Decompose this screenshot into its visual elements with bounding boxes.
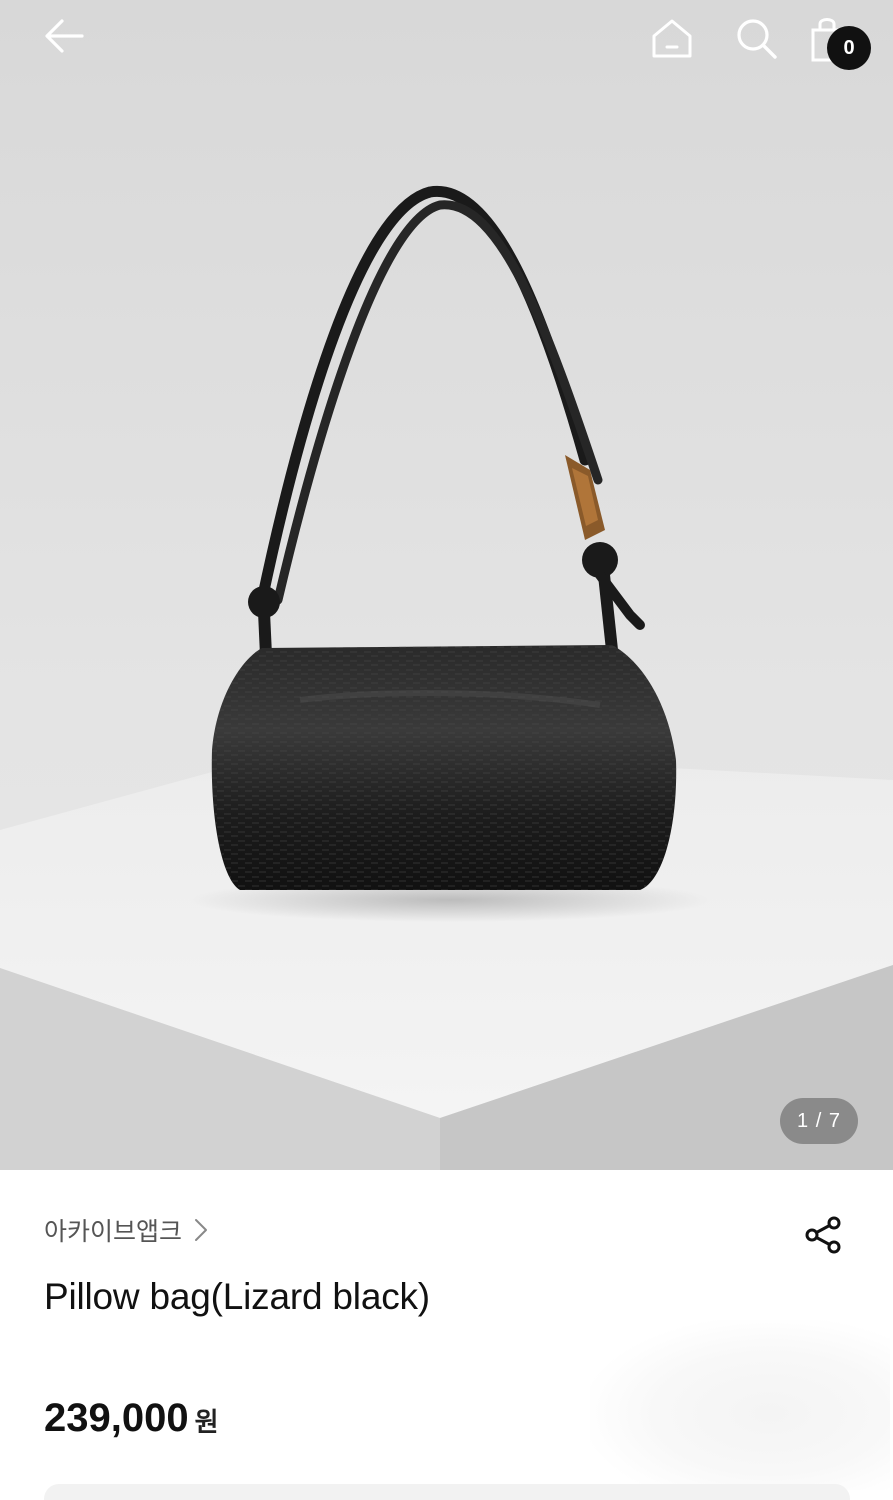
currency-label: 원 <box>194 1408 219 1438</box>
brand-name: 아카이브앱크 <box>44 1217 183 1246</box>
product-title: Pillow bag(Lizard black) <box>44 1276 430 1317</box>
product-image-gallery[interactable]: 0 1 / 7 <box>0 0 893 1170</box>
home-icon <box>652 19 692 58</box>
product-info-section: 아카이브앱크 Pillow bag(Lizard black) 239,000 … <box>0 1170 893 1500</box>
back-button[interactable] <box>36 10 92 62</box>
brand-link[interactable]: 아카이브앱크 <box>44 1212 208 1248</box>
share-button[interactable] <box>798 1210 848 1260</box>
search-button[interactable] <box>728 10 784 66</box>
home-button[interactable] <box>644 10 700 66</box>
top-navigation-bar: 0 <box>0 0 893 80</box>
blurred-overlay <box>590 1320 890 1490</box>
cart-count-badge: 0 <box>827 26 871 70</box>
price-row: 239,000 원 <box>44 1396 219 1441</box>
search-icon <box>737 19 777 59</box>
product-price: 239,000 <box>44 1396 189 1440</box>
chevron-right-icon <box>194 1218 208 1242</box>
product-photo <box>0 0 893 1170</box>
share-icon <box>805 1216 841 1254</box>
next-section-card <box>44 1484 850 1500</box>
arrow-left-icon <box>45 19 84 53</box>
gallery-page-indicator: 1 / 7 <box>780 1098 858 1144</box>
